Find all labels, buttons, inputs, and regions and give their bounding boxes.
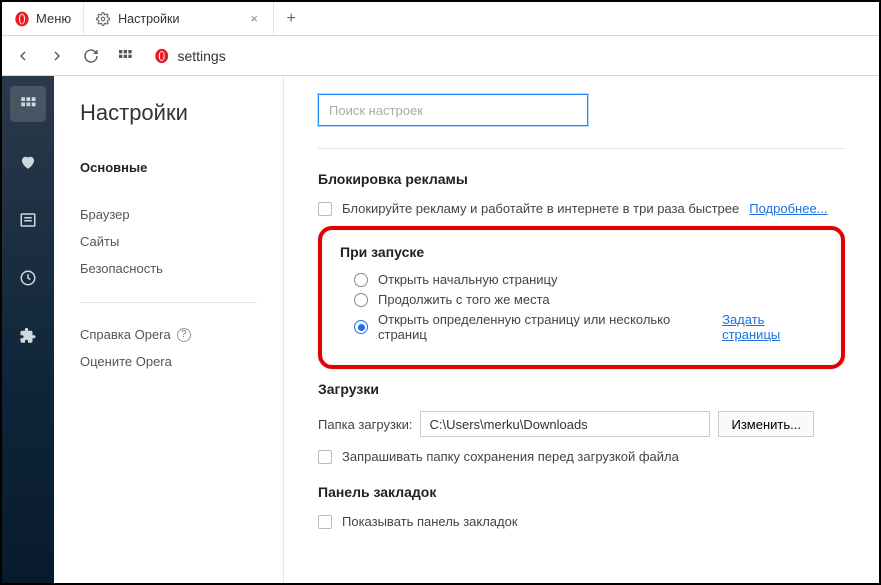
tab-bar: Меню Настройки × +: [2, 2, 879, 36]
sidebar-help-label: Справка Opera: [80, 327, 171, 342]
startup-opt1-label: Открыть начальную страницу: [378, 272, 558, 287]
startup-opt2-label: Продолжить с того же места: [378, 292, 550, 307]
rail-speeddial[interactable]: [10, 86, 46, 122]
speed-dial-button[interactable]: [114, 45, 136, 67]
divider: [318, 148, 845, 149]
help-icon: ?: [177, 328, 191, 342]
new-tab-button[interactable]: +: [274, 2, 308, 35]
grid-icon: [117, 48, 133, 64]
downloads-change-button[interactable]: Изменить...: [718, 411, 813, 437]
reload-button[interactable]: [80, 45, 102, 67]
tab-close-icon[interactable]: ×: [245, 10, 263, 28]
address-bar[interactable]: [148, 42, 869, 70]
grid-icon: [19, 95, 37, 113]
sidebar-help-link[interactable]: Справка Opera ?: [80, 321, 257, 348]
sidebar-divider: [80, 302, 257, 303]
bookmarks-bar-label: Показывать панель закладок: [342, 514, 518, 529]
tab-title: Настройки: [118, 12, 237, 26]
rail-history[interactable]: [10, 260, 46, 296]
heart-icon: [19, 153, 37, 171]
startup-radio-continue[interactable]: [354, 293, 368, 307]
startup-radio-homepage[interactable]: [354, 273, 368, 287]
news-icon: [19, 211, 37, 229]
nav-toolbar: [2, 36, 879, 76]
sidebar-item-security[interactable]: Безопасность: [80, 255, 257, 282]
chevron-left-icon: [15, 48, 31, 64]
startup-radio-specific[interactable]: [354, 320, 368, 334]
menu-button[interactable]: Меню: [2, 2, 84, 35]
section-title-bookmarks-bar: Панель закладок: [318, 484, 845, 500]
startup-opt3-label: Открыть определенную страницу или нескол…: [378, 312, 712, 342]
section-title-downloads: Загрузки: [318, 381, 845, 397]
startup-set-pages-link[interactable]: Задать страницы: [722, 312, 823, 342]
sidebar-rate-label: Оцените Opera: [80, 354, 172, 369]
adblock-more-link[interactable]: Подробнее...: [749, 201, 827, 216]
sidebar-item-basic[interactable]: Основные: [80, 154, 257, 181]
downloads-folder-label: Папка загрузки:: [318, 417, 412, 432]
puzzle-icon: [19, 327, 37, 345]
settings-sidebar: Настройки Основные Браузер Сайты Безопас…: [54, 76, 284, 583]
address-input[interactable]: [177, 48, 869, 64]
downloads-folder-input[interactable]: [420, 411, 710, 437]
adblock-label: Блокируйте рекламу и работайте в интерне…: [342, 201, 739, 216]
downloads-ask-label: Запрашивать папку сохранения перед загру…: [342, 449, 679, 464]
adblock-checkbox[interactable]: [318, 202, 332, 216]
section-title-startup: При запуске: [340, 244, 823, 260]
rail-news[interactable]: [10, 202, 46, 238]
rail-bookmarks[interactable]: [10, 144, 46, 180]
menu-label: Меню: [36, 11, 71, 26]
gear-icon: [96, 12, 110, 26]
settings-content: Блокировка рекламы Блокируйте рекламу и …: [284, 76, 879, 583]
left-rail: [2, 76, 54, 583]
rail-extensions[interactable]: [10, 318, 46, 354]
settings-search-input[interactable]: [318, 94, 588, 126]
bookmarks-bar-checkbox[interactable]: [318, 515, 332, 529]
sidebar-item-sites[interactable]: Сайты: [80, 228, 257, 255]
forward-button[interactable]: [46, 45, 68, 67]
chevron-right-icon: [49, 48, 65, 64]
section-title-adblock: Блокировка рекламы: [318, 171, 845, 187]
opera-logo-icon: [154, 48, 169, 64]
reload-icon: [83, 48, 99, 64]
sidebar-item-browser[interactable]: Браузер: [80, 201, 257, 228]
downloads-ask-checkbox[interactable]: [318, 450, 332, 464]
sidebar-rate-link[interactable]: Оцените Opera: [80, 348, 257, 375]
back-button[interactable]: [12, 45, 34, 67]
opera-logo-icon: [14, 11, 30, 27]
browser-tab-settings[interactable]: Настройки ×: [84, 2, 274, 35]
startup-section-highlight: При запуске Открыть начальную страницу П…: [318, 226, 845, 369]
clock-icon: [19, 269, 37, 287]
page-title: Настройки: [80, 100, 257, 126]
